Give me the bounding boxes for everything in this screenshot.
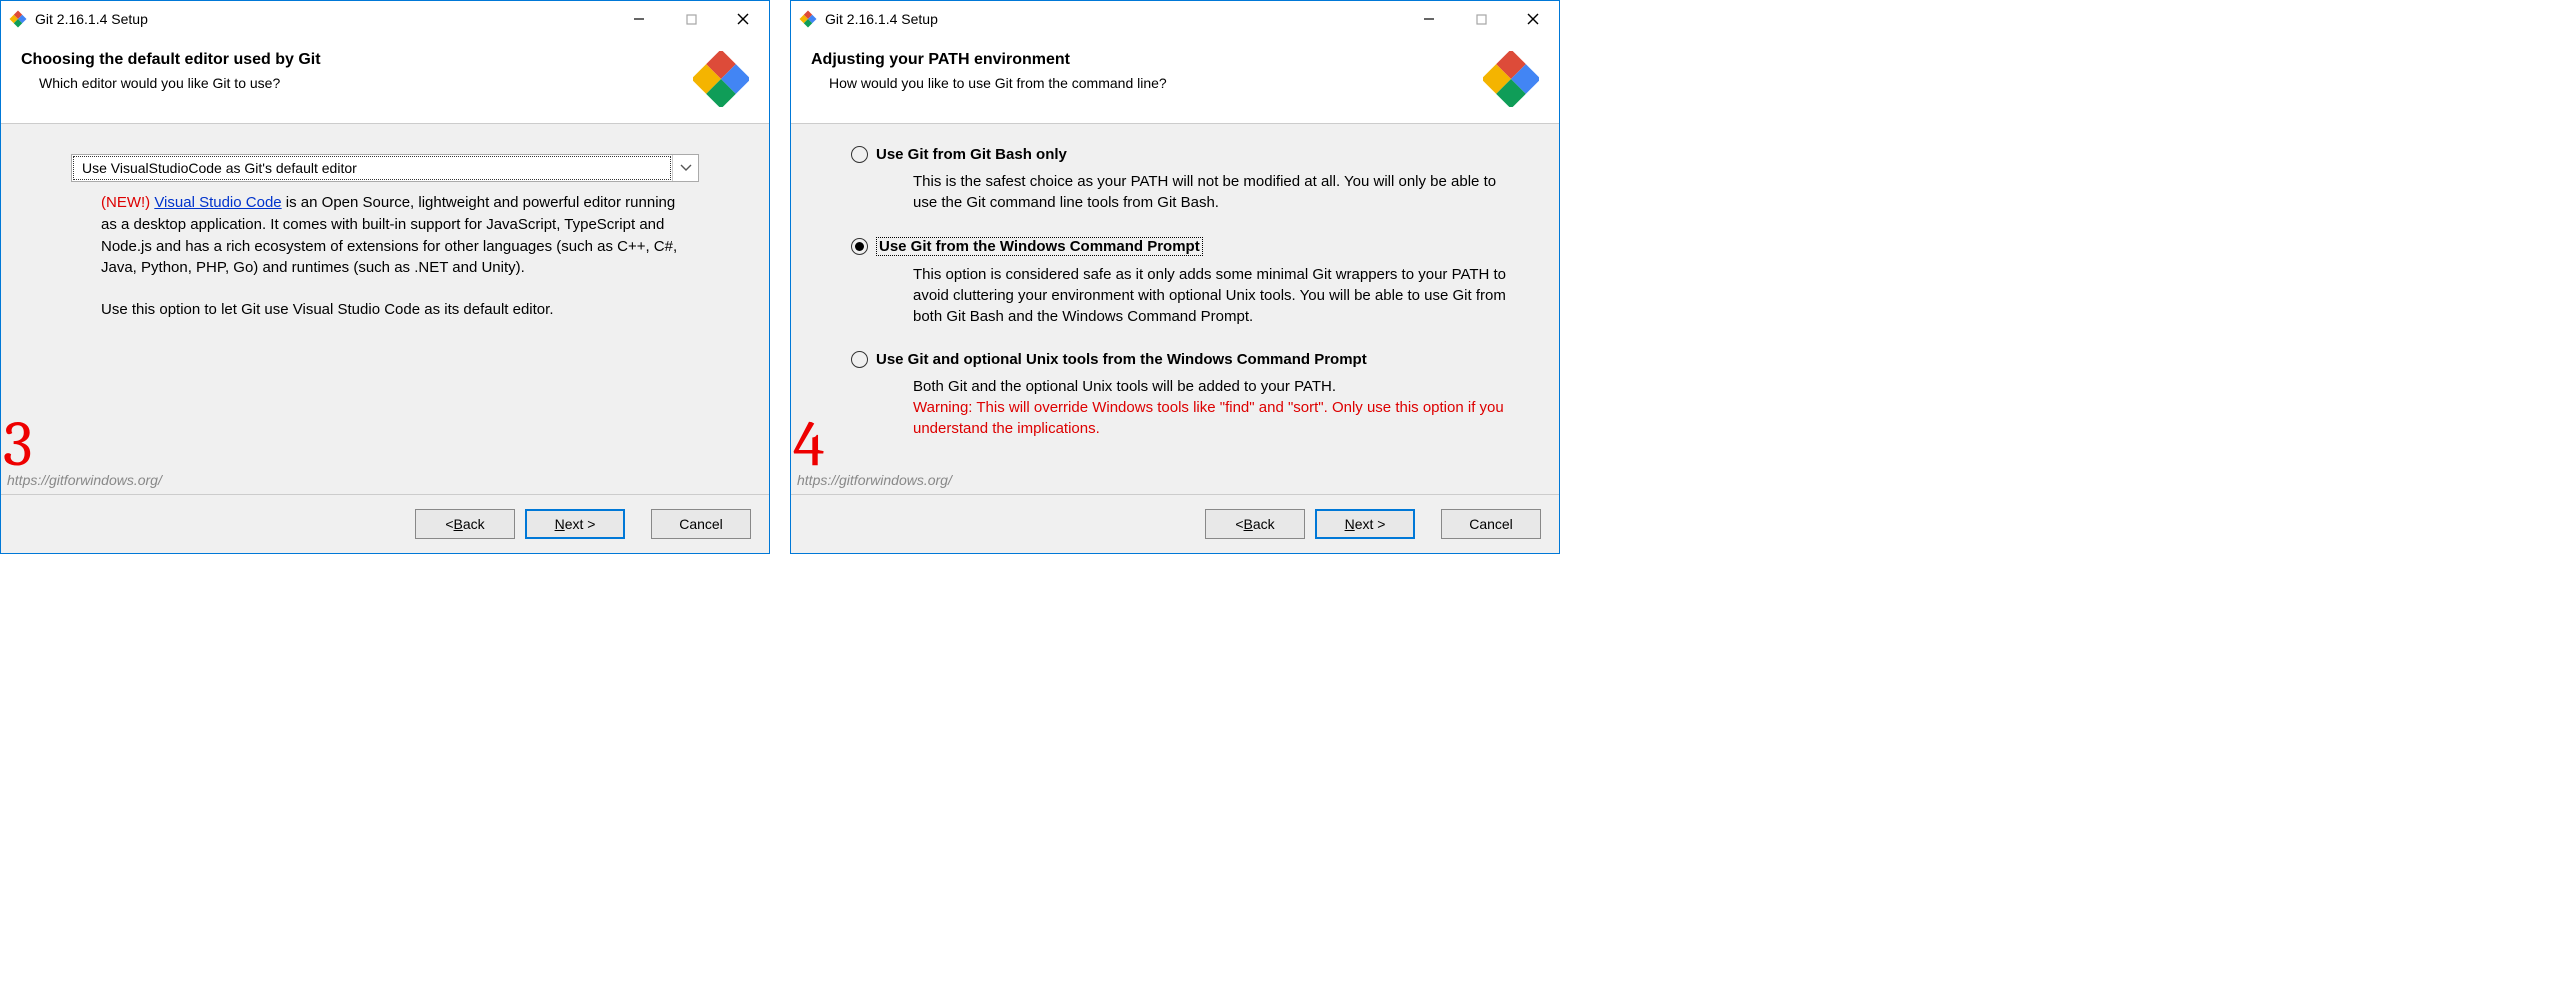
titlebar: Git 2.16.1.4 Setup bbox=[791, 1, 1559, 37]
radio-desc: This option is considered safe as it onl… bbox=[851, 256, 1529, 327]
chevron-down-icon bbox=[672, 155, 698, 181]
vscode-link[interactable]: Visual Studio Code bbox=[154, 194, 281, 211]
radio-desc: This is the safest choice as your PATH w… bbox=[851, 163, 1529, 213]
next-button[interactable]: Next > bbox=[525, 509, 625, 539]
page-subtitle: How would you like to use Git from the c… bbox=[811, 75, 1473, 91]
content-area: Use Git from Git Bash only This is the s… bbox=[791, 124, 1559, 494]
next-button[interactable]: Next > bbox=[1315, 509, 1415, 539]
radio-unix-tools[interactable]: Use Git and optional Unix tools from the… bbox=[851, 351, 1529, 368]
window-title: Git 2.16.1.4 Setup bbox=[825, 11, 938, 27]
git-logo-icon bbox=[693, 51, 749, 107]
radio-windows-cmd[interactable]: Use Git from the Windows Command Prompt bbox=[851, 237, 1529, 256]
radio-git-bash-only[interactable]: Use Git from Git Bash only bbox=[851, 146, 1529, 163]
button-bar: < Back Next > Cancel bbox=[1, 494, 769, 553]
maximize-button[interactable] bbox=[1455, 1, 1507, 37]
git-logo-icon bbox=[1483, 51, 1539, 107]
radio-label: Use Git and optional Unix tools from the… bbox=[876, 351, 1367, 368]
radio-icon bbox=[851, 146, 868, 163]
window-controls bbox=[1403, 1, 1559, 37]
setup-window-right: Git 2.16.1.4 Setup Adjusting your PATH e… bbox=[790, 0, 1560, 554]
minimize-button[interactable] bbox=[1403, 1, 1455, 37]
window-controls bbox=[613, 1, 769, 37]
window-title: Git 2.16.1.4 Setup bbox=[35, 11, 148, 27]
page-title: Choosing the default editor used by Git bbox=[21, 51, 683, 69]
header-panel: Choosing the default editor used by Git … bbox=[1, 37, 769, 124]
step-number: 4 bbox=[793, 412, 825, 476]
step-number: 3 bbox=[3, 412, 33, 476]
maximize-button[interactable] bbox=[665, 1, 717, 37]
footer-url: https://gitforwindows.org/ bbox=[797, 472, 952, 488]
cancel-button[interactable]: Cancel bbox=[1441, 509, 1541, 539]
radio-label: Use Git from the Windows Command Prompt bbox=[876, 237, 1203, 256]
radio-icon bbox=[851, 238, 868, 255]
button-bar: < Back Next > Cancel bbox=[791, 494, 1559, 553]
back-button[interactable]: < Back bbox=[415, 509, 515, 539]
editor-select[interactable]: Use VisualStudioCode as Git's default ed… bbox=[71, 154, 699, 182]
footer-url: https://gitforwindows.org/ bbox=[7, 472, 162, 488]
git-icon bbox=[9, 10, 27, 28]
close-button[interactable] bbox=[1507, 1, 1559, 37]
header-panel: Adjusting your PATH environment How woul… bbox=[791, 37, 1559, 124]
page-title: Adjusting your PATH environment bbox=[811, 51, 1473, 69]
editor-description: (NEW!) Visual Studio Code is an Open Sou… bbox=[31, 182, 739, 321]
minimize-button[interactable] bbox=[613, 1, 665, 37]
close-button[interactable] bbox=[717, 1, 769, 37]
page-subtitle: Which editor would you like Git to use? bbox=[21, 75, 683, 91]
radio-label: Use Git from Git Bash only bbox=[876, 146, 1067, 163]
git-icon bbox=[799, 10, 817, 28]
new-badge: (NEW!) bbox=[101, 194, 150, 211]
editor-select-value: Use VisualStudioCode as Git's default ed… bbox=[73, 156, 671, 180]
cancel-button[interactable]: Cancel bbox=[651, 509, 751, 539]
content-area: Use VisualStudioCode as Git's default ed… bbox=[1, 124, 769, 494]
setup-window-left: Git 2.16.1.4 Setup Choosing the default … bbox=[0, 0, 770, 554]
warning-text: Warning: This will override Windows tool… bbox=[913, 399, 1504, 437]
titlebar: Git 2.16.1.4 Setup bbox=[1, 1, 769, 37]
radio-desc: Both Git and the optional Unix tools wil… bbox=[851, 368, 1529, 439]
radio-icon bbox=[851, 351, 868, 368]
back-button[interactable]: < Back bbox=[1205, 509, 1305, 539]
editor-desc-p2: Use this option to let Git use Visual St… bbox=[101, 299, 689, 321]
